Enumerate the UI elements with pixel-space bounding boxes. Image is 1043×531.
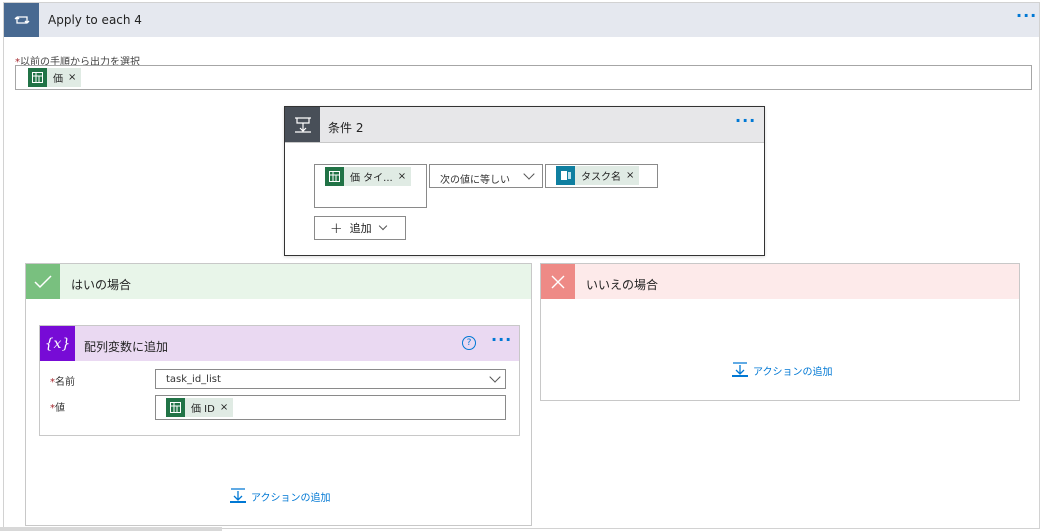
add-action-label: アクションの追加 <box>753 366 833 378</box>
yes-branch-title: はいの場合 <box>71 278 132 292</box>
planner-icon <box>556 166 575 185</box>
token-label: タスク名 <box>581 172 621 183</box>
condition-title: 条件 2 <box>328 121 364 135</box>
condition-right-operand[interactable]: タスク名 × <box>545 164 658 188</box>
horizontal-scrollbar[interactable] <box>0 527 222 531</box>
apply-to-each-card: Apply to each 4 ··· *以前の手順から出力を選択 価 × 条件… <box>3 2 1040 529</box>
append-to-array-title: 配列変数に追加 <box>84 340 169 354</box>
add-condition-button[interactable]: + 追加 <box>314 216 406 240</box>
dynamic-content-token[interactable]: 価 × <box>28 68 82 87</box>
value-field-label-text: 値 <box>55 403 65 414</box>
add-action-label: アクションの追加 <box>251 492 331 504</box>
operator-value: 次の値に等しい <box>440 175 510 186</box>
token-label: 価 ID <box>191 404 215 415</box>
more-dots-icon[interactable]: ··· <box>1016 8 1037 24</box>
checkmark-icon <box>26 264 60 299</box>
variable-value-input[interactable]: 価 ID × <box>155 395 506 420</box>
remove-token-icon[interactable]: × <box>398 171 411 182</box>
condition-card: 条件 2 ··· 価 タイ... × 次の値に等しい タスク名 × + 追加 <box>284 106 765 256</box>
variable-icon: {x} <box>40 326 75 361</box>
chevron-down-icon <box>489 371 501 383</box>
condition-left-operand[interactable]: 価 タイ... × <box>314 164 427 208</box>
remove-token-icon[interactable]: × <box>220 402 233 413</box>
excel-table-icon <box>28 68 47 87</box>
more-dots-icon[interactable]: ··· <box>491 332 512 348</box>
add-action-link[interactable]: アクションの追加 <box>229 488 331 504</box>
variable-name-select[interactable]: task_id_list <box>155 369 506 389</box>
excel-table-icon <box>166 398 185 417</box>
add-action-icon <box>732 362 748 377</box>
add-action-link[interactable]: アクションの追加 <box>731 362 833 378</box>
add-condition-label: 追加 <box>349 222 372 235</box>
excel-table-icon <box>325 167 344 186</box>
name-field-label-text: 名前 <box>55 377 75 388</box>
yes-branch-card: はいの場合 {x} 配列変数に追加 ? ··· *名前 task_id_list <box>25 263 532 526</box>
dynamic-content-token[interactable]: 価 ID × <box>166 398 234 417</box>
remove-token-icon[interactable]: × <box>626 170 639 181</box>
dynamic-content-token[interactable]: タスク名 × <box>556 166 640 185</box>
condition-header[interactable]: 条件 2 ··· <box>285 107 764 142</box>
flow-designer-canvas: Apply to each 4 ··· *以前の手順から出力を選択 価 × 条件… <box>0 0 1043 531</box>
dynamic-content-token[interactable]: 価 タイ... × <box>325 167 412 186</box>
plus-icon: + <box>330 219 343 237</box>
add-action-icon <box>230 488 246 503</box>
close-icon <box>541 264 575 299</box>
condition-operator-select[interactable]: 次の値に等しい <box>429 164 543 188</box>
more-dots-icon[interactable]: ··· <box>735 113 756 129</box>
no-branch-title: いいえの場合 <box>586 278 659 292</box>
chevron-down-icon <box>523 168 535 180</box>
token-label: 価 タイ... <box>350 173 393 184</box>
token-label: 価 <box>53 74 63 85</box>
no-branch-card: いいえの場合 アクションの追加 <box>540 263 1020 401</box>
chevron-down-icon <box>378 221 387 231</box>
select-output-input[interactable]: 価 × <box>15 65 1032 90</box>
condition-icon <box>285 107 320 142</box>
loop-icon <box>4 3 39 37</box>
value-field-label: *値 <box>50 399 65 414</box>
append-to-array-action-card: {x} 配列変数に追加 ? ··· *名前 task_id_list *値 価 … <box>39 325 520 436</box>
variable-name-value: task_id_list <box>166 374 221 385</box>
help-icon[interactable]: ? <box>462 336 476 350</box>
apply-to-each-header[interactable]: Apply to each 4 ··· <box>4 3 1039 37</box>
name-field-label: *名前 <box>50 373 75 388</box>
divider <box>285 142 764 143</box>
append-to-array-header[interactable]: {x} 配列変数に追加 ? ··· <box>40 326 519 361</box>
remove-token-icon[interactable]: × <box>68 72 81 83</box>
apply-to-each-title: Apply to each 4 <box>48 13 142 27</box>
yes-branch-header[interactable]: はいの場合 <box>26 264 531 299</box>
no-branch-header[interactable]: いいえの場合 <box>541 264 1019 299</box>
